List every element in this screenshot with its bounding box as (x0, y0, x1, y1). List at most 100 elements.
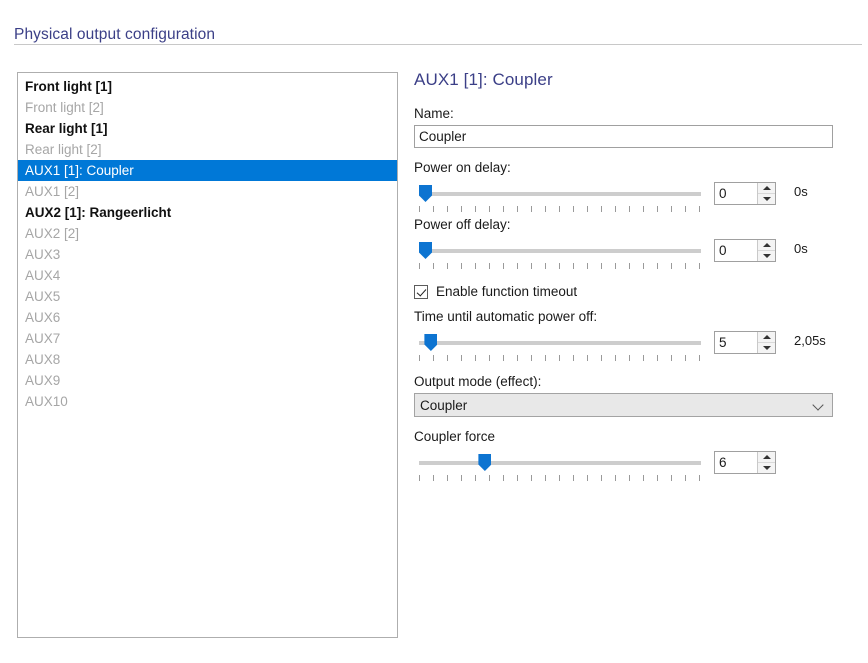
slider-tick (517, 355, 518, 361)
spinner-increment-icon[interactable] (758, 183, 775, 193)
slider-thumb[interactable] (424, 334, 438, 351)
slider-tick (643, 475, 644, 481)
slider-tick (419, 355, 420, 361)
slider-tick (615, 206, 616, 212)
slider-tick (671, 355, 672, 361)
slider-tick (489, 355, 490, 361)
spinner-increment-icon[interactable] (758, 240, 775, 250)
spinner-buttons[interactable] (757, 452, 775, 473)
spinner-increment-icon[interactable] (758, 332, 775, 342)
spinner-buttons[interactable] (757, 183, 775, 204)
spinner-buttons[interactable] (757, 332, 775, 353)
list-item[interactable]: Front light [2] (18, 97, 397, 118)
slider-thumb[interactable] (419, 242, 432, 259)
slider-tick (545, 355, 546, 361)
power-off-delay-spinner[interactable]: 0 (714, 239, 776, 262)
auto-power-off-spinner[interactable]: 5 (714, 331, 776, 354)
auto-power-off-label: Time until automatic power off: (414, 309, 598, 324)
spinner-decrement-icon[interactable] (758, 193, 775, 204)
spinner-decrement-icon[interactable] (758, 250, 775, 261)
slider-tick (489, 263, 490, 269)
slider-tick (573, 263, 574, 269)
coupler-force-spinner[interactable]: 6 (714, 451, 776, 474)
auto-power-off-slider[interactable] (419, 330, 701, 364)
output-mode-value: Coupler (420, 397, 468, 413)
slider-thumb[interactable] (478, 454, 492, 471)
slider-tick (475, 475, 476, 481)
slider-tick (685, 475, 686, 481)
spinner-decrement-icon[interactable] (758, 342, 775, 353)
slider-tick (657, 475, 658, 481)
slider-tick (573, 475, 574, 481)
list-item[interactable]: Front light [1] (18, 76, 397, 97)
slider-track (419, 341, 701, 345)
list-item[interactable]: AUX2 [2] (18, 223, 397, 244)
auto-power-off-row: 5 2,05s (414, 330, 854, 366)
list-item[interactable]: AUX1 [2] (18, 181, 397, 202)
slider-tick (545, 475, 546, 481)
output-mode-select[interactable]: Coupler (414, 393, 833, 417)
slider-tick (643, 355, 644, 361)
slider-tick (475, 206, 476, 212)
slider-tick (601, 206, 602, 212)
enable-function-timeout-checkbox-row[interactable]: Enable function timeout (414, 284, 854, 299)
list-item[interactable]: Rear light [1] (18, 118, 397, 139)
list-item[interactable]: AUX8 (18, 349, 397, 370)
list-item[interactable]: Rear light [2] (18, 139, 397, 160)
coupler-force-slider[interactable] (419, 450, 701, 484)
slider-tick (461, 355, 462, 361)
output-mode-label: Output mode (effect): (414, 374, 542, 389)
slider-tick (629, 263, 630, 269)
slider-tick (531, 355, 532, 361)
output-list[interactable]: Front light [1] Front light [2] Rear light… (17, 72, 398, 638)
list-item[interactable]: AUX1 [1]: Coupler (18, 160, 397, 181)
slider-tick (419, 206, 420, 212)
spinner-buttons[interactable] (757, 240, 775, 261)
spinner-value: 6 (719, 455, 727, 470)
slider-tick (559, 263, 560, 269)
checkmark-icon[interactable] (414, 284, 428, 299)
list-item[interactable]: AUX6 (18, 307, 397, 328)
power-off-delay-label: Power off delay: (414, 217, 511, 232)
slider-tick (671, 206, 672, 212)
list-item[interactable]: AUX9 (18, 370, 397, 391)
spinner-increment-icon[interactable] (758, 452, 775, 462)
spinner-decrement-icon[interactable] (758, 462, 775, 473)
enable-function-timeout-label: Enable function timeout (436, 284, 578, 299)
slider-tick (699, 355, 700, 361)
slider-tick (629, 355, 630, 361)
list-item[interactable]: AUX4 (18, 265, 397, 286)
groupbox-divider (14, 44, 862, 45)
slider-tick (657, 263, 658, 269)
power-on-delay-spinner[interactable]: 0 (714, 182, 776, 205)
slider-tick (545, 206, 546, 212)
slider-tick (489, 206, 490, 212)
name-input[interactable] (414, 125, 833, 148)
power-on-delay-row: 0 0s (414, 181, 854, 217)
slider-tick (699, 206, 700, 212)
power-off-delay-slider[interactable] (419, 238, 701, 272)
slider-tick (643, 263, 644, 269)
list-item[interactable]: AUX2 [1]: Rangeerlicht (18, 202, 397, 223)
power-on-delay-label: Power on delay: (414, 160, 511, 175)
slider-thumb[interactable] (419, 185, 432, 202)
groupbox-title: Physical output configuration (14, 26, 224, 44)
list-item[interactable]: AUX10 (18, 391, 397, 412)
slider-ticks (419, 355, 701, 362)
slider-tick (629, 475, 630, 481)
chevron-down-icon (814, 401, 823, 410)
slider-tick (685, 263, 686, 269)
name-label: Name: (414, 106, 454, 121)
power-on-delay-slider[interactable] (419, 181, 701, 215)
list-item[interactable]: AUX5 (18, 286, 397, 307)
power-off-delay-row: 0 0s (414, 238, 854, 274)
slider-tick (531, 475, 532, 481)
list-item[interactable]: AUX7 (18, 328, 397, 349)
slider-ticks (419, 263, 701, 270)
slider-tick (699, 263, 700, 269)
spinner-value: 5 (719, 335, 727, 350)
slider-tick (419, 263, 420, 269)
list-item[interactable]: AUX3 (18, 244, 397, 265)
slider-tick (587, 263, 588, 269)
slider-tick (601, 263, 602, 269)
